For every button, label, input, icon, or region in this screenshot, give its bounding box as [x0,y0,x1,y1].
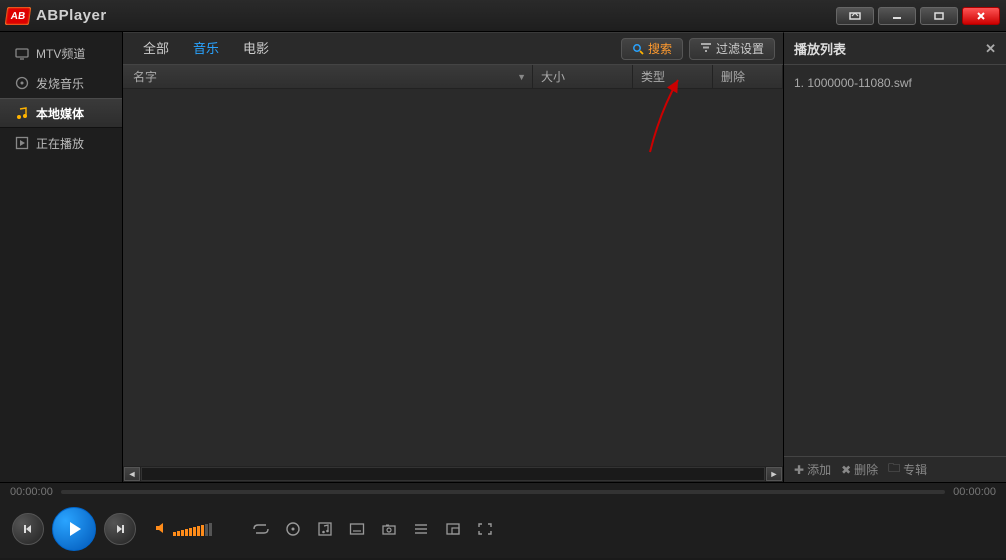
column-delete[interactable]: 删除 [713,65,783,88]
next-button[interactable] [104,513,136,545]
sidebar-item-fever-music[interactable]: 发烧音乐 [0,68,122,98]
capture-icon[interactable] [380,521,398,537]
seek-track[interactable] [61,490,945,494]
playlist-item-index: 1. [794,76,804,90]
playlist-header: 播放列表 ✕ [784,33,1006,65]
tab-music[interactable]: 音乐 [181,35,231,63]
playlist-delete-label: 删除 [854,461,878,478]
close-button[interactable] [962,7,1000,25]
playlist-album-label: 专辑 [903,461,927,478]
plus-icon: ✚ [794,463,804,477]
playlist-close-button[interactable]: ✕ [985,41,996,57]
sidebar-item-mtv[interactable]: MTV频道 [0,38,122,68]
table-header: 名字 ▼ 大小 类型 删除 [123,65,783,89]
filter-button[interactable]: 过滤设置 [689,38,775,60]
music-tool-icon[interactable] [316,521,334,537]
folder-icon: 🗀 [888,459,900,480]
playlist-add-button[interactable]: ✚ 添加 [794,461,831,478]
playlist-body: 1. 1000000-11080.swf [784,65,1006,456]
player-controls [0,500,1006,558]
sort-descending-icon: ▼ [517,72,526,82]
loop-icon[interactable] [252,521,270,537]
sidebar-item-label: MTV频道 [36,45,85,62]
sidebar: MTV频道 发烧音乐 本地媒体 正在播放 [0,32,123,482]
column-delete-label: 删除 [721,68,745,85]
column-name[interactable]: 名字 ▼ [133,65,533,88]
disc-tool-icon[interactable] [284,521,302,537]
window-tool-icon[interactable] [444,521,462,537]
tabs-row: 全部 音乐 电影 搜索 过滤设置 [123,33,783,65]
scroll-right-button[interactable]: ► [766,467,782,481]
playlist-album-button[interactable]: 🗀 专辑 [888,459,927,480]
scrollbar-track[interactable] [141,467,765,481]
filter-button-label: 过滤设置 [716,40,764,57]
time-bar: 00:00:00 00:00:00 [0,482,1006,500]
search-button[interactable]: 搜索 [621,38,683,60]
sidebar-item-now-playing[interactable]: 正在播放 [0,128,122,158]
playlist-title: 播放列表 [794,39,846,58]
sidebar-item-label: 本地媒体 [36,105,84,122]
tab-movie[interactable]: 电影 [231,35,281,63]
minimize-button[interactable] [878,7,916,25]
horizontal-scrollbar[interactable]: ◄ ► [123,466,783,482]
list-icon[interactable] [412,521,430,537]
sidebar-item-label: 正在播放 [36,135,84,152]
titlebar: AB ABPlayer [0,0,1006,32]
filter-icon [700,41,712,56]
column-type-label: 类型 [641,68,665,85]
playlist-delete-button[interactable]: ✖ 删除 [841,461,878,478]
disc-icon [14,75,30,91]
playlist-item[interactable]: 1. 1000000-11080.swf [794,73,996,93]
subtitle-icon[interactable] [348,521,366,537]
window-shrink-button[interactable] [836,7,874,25]
time-total: 00:00:00 [953,486,996,498]
x-icon: ✖ [841,463,851,477]
sidebar-item-label: 发烧音乐 [36,75,84,92]
toolbar-icons [252,521,494,537]
fullscreen-icon[interactable] [476,521,494,537]
time-elapsed: 00:00:00 [10,486,53,498]
tab-all[interactable]: 全部 [131,35,181,63]
column-size[interactable]: 大小 [533,65,633,88]
search-button-label: 搜索 [648,40,672,57]
volume-control[interactable] [154,521,212,538]
scroll-left-button[interactable]: ◄ [124,467,140,481]
column-type[interactable]: 类型 [633,65,713,88]
app-title: ABPlayer [36,7,107,24]
playlist-panel: 播放列表 ✕ 1. 1000000-11080.swf ✚ 添加 ✖ 删除 🗀 … [783,32,1006,482]
main-pane: 全部 音乐 电影 搜索 过滤设置 名字 ▼ 大小 [123,32,783,482]
playlist-add-label: 添加 [807,461,831,478]
playlist-footer: ✚ 添加 ✖ 删除 🗀 专辑 [784,456,1006,482]
volume-bars[interactable] [173,523,212,536]
tv-icon [14,45,30,61]
speaker-icon [154,521,168,538]
column-name-label: 名字 [133,68,157,85]
play-square-icon [14,135,30,151]
app-logo: AB [5,7,32,25]
sidebar-item-local-media[interactable]: 本地媒体 [0,98,122,128]
prev-button[interactable] [12,513,44,545]
table-body: ◄ ► [123,89,783,482]
playlist-item-name: 1000000-11080.swf [807,76,912,90]
search-icon [632,43,644,55]
maximize-button[interactable] [920,7,958,25]
column-size-label: 大小 [541,68,565,85]
play-button[interactable] [52,507,96,551]
music-note-icon [14,105,30,121]
